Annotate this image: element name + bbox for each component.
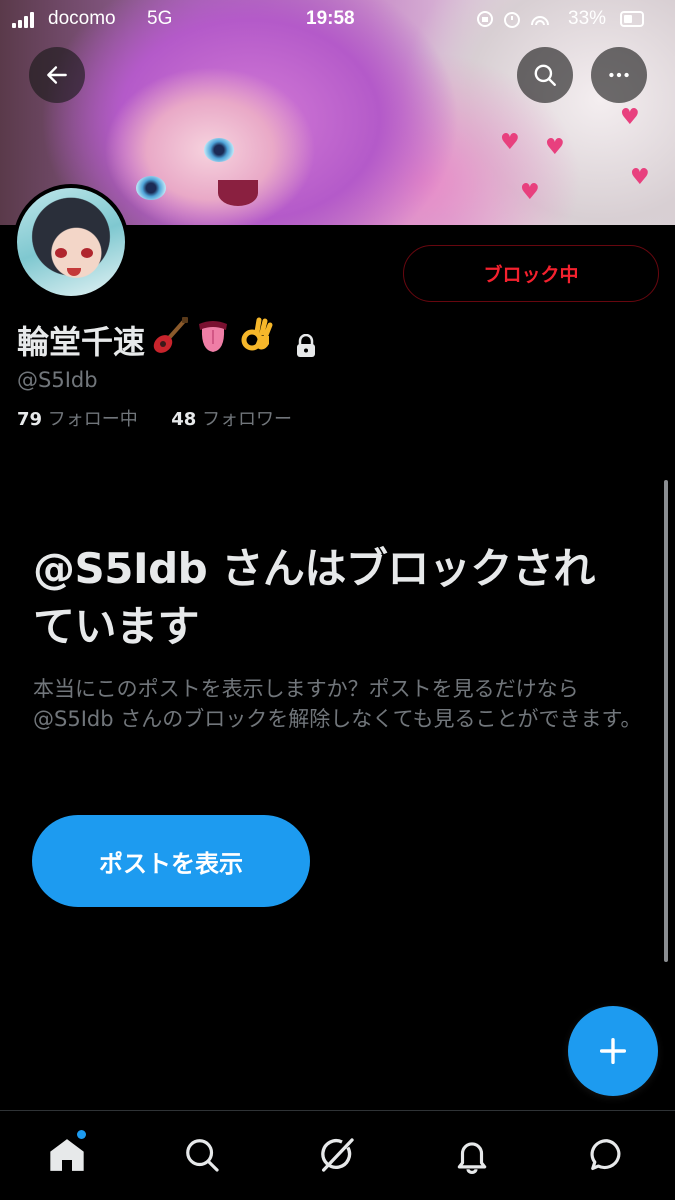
status-bar: docomo 5G 19:58 33% <box>0 0 675 38</box>
status-indicators-icon <box>476 9 556 34</box>
followers-link[interactable]: 48 フォロワー <box>171 409 292 430</box>
bottom-nav <box>0 1110 675 1200</box>
banner-art-mouth <box>218 180 258 206</box>
nav-grok[interactable] <box>315 1133 359 1177</box>
display-name-row: 輪堂千速 <box>17 316 317 364</box>
clock: 19:58 <box>306 8 355 29</box>
notifications-icon <box>457 1142 487 1174</box>
search-button[interactable] <box>517 47 573 103</box>
more-button[interactable] <box>591 47 647 103</box>
home-notification-dot <box>77 1130 86 1139</box>
nav-home[interactable] <box>45 1133 89 1177</box>
ok-hand-emoji-icon <box>237 316 277 364</box>
banner-art-heart: ♥ <box>545 135 565 160</box>
scrollbar[interactable] <box>664 480 668 962</box>
network-type: 5G <box>147 8 173 29</box>
nav-messages[interactable] <box>585 1133 629 1177</box>
nav-search[interactable] <box>180 1133 224 1177</box>
banner-art-eye <box>204 138 234 162</box>
messages-icon <box>590 1139 621 1171</box>
following-count: 79 <box>17 409 43 430</box>
banner-art-heart: ♥ <box>620 105 640 130</box>
blocked-title: @S5Idb さんはブロックされています <box>33 544 595 651</box>
avatar-art-mouth <box>67 268 81 276</box>
more-icon <box>609 72 629 78</box>
avatar-art-eye <box>55 248 67 258</box>
avatar[interactable] <box>13 184 129 300</box>
nav-notifications[interactable] <box>450 1133 494 1177</box>
banner-art-eye <box>136 176 166 200</box>
battery-icon <box>620 11 644 27</box>
follow-stats: 79 フォロー中 48 フォロワー <box>17 405 292 431</box>
search-icon <box>534 64 556 86</box>
signal-icon <box>12 12 38 28</box>
tongue-emoji-icon <box>193 316 233 364</box>
display-name: 輪堂千速 <box>17 323 146 361</box>
user-handle: @S5Idb <box>17 368 98 392</box>
back-arrow-icon <box>47 66 67 84</box>
following-label: フォロー中 <box>47 409 138 430</box>
lock-icon <box>295 328 317 357</box>
compose-button[interactable] <box>568 1006 658 1096</box>
following-link[interactable]: 79 フォロー中 <box>17 409 144 430</box>
battery-percent: 33% <box>568 8 607 29</box>
plus-icon <box>599 1037 627 1065</box>
grok-icon <box>321 1138 354 1172</box>
blocking-button[interactable]: ブロック中 <box>403 245 659 302</box>
avatar-art-eye <box>81 248 93 258</box>
blocked-description: 本当にこのポストを表示しますか？ポストを見るだけなら @S5Idb さんのブロッ… <box>33 677 642 731</box>
show-posts-button[interactable]: ポストを表示 <box>32 815 310 907</box>
guitar-emoji-icon <box>149 316 189 364</box>
banner-art-heart: ♥ <box>520 180 540 205</box>
carrier-name: docomo <box>48 8 116 29</box>
banner-art-heart: ♥ <box>500 130 520 155</box>
search-icon <box>186 1139 219 1172</box>
followers-count: 48 <box>171 409 197 430</box>
followers-label: フォロワー <box>202 409 293 430</box>
back-button[interactable] <box>29 47 85 103</box>
banner-art-heart: ♥ <box>630 165 650 190</box>
home-icon <box>50 1139 84 1171</box>
